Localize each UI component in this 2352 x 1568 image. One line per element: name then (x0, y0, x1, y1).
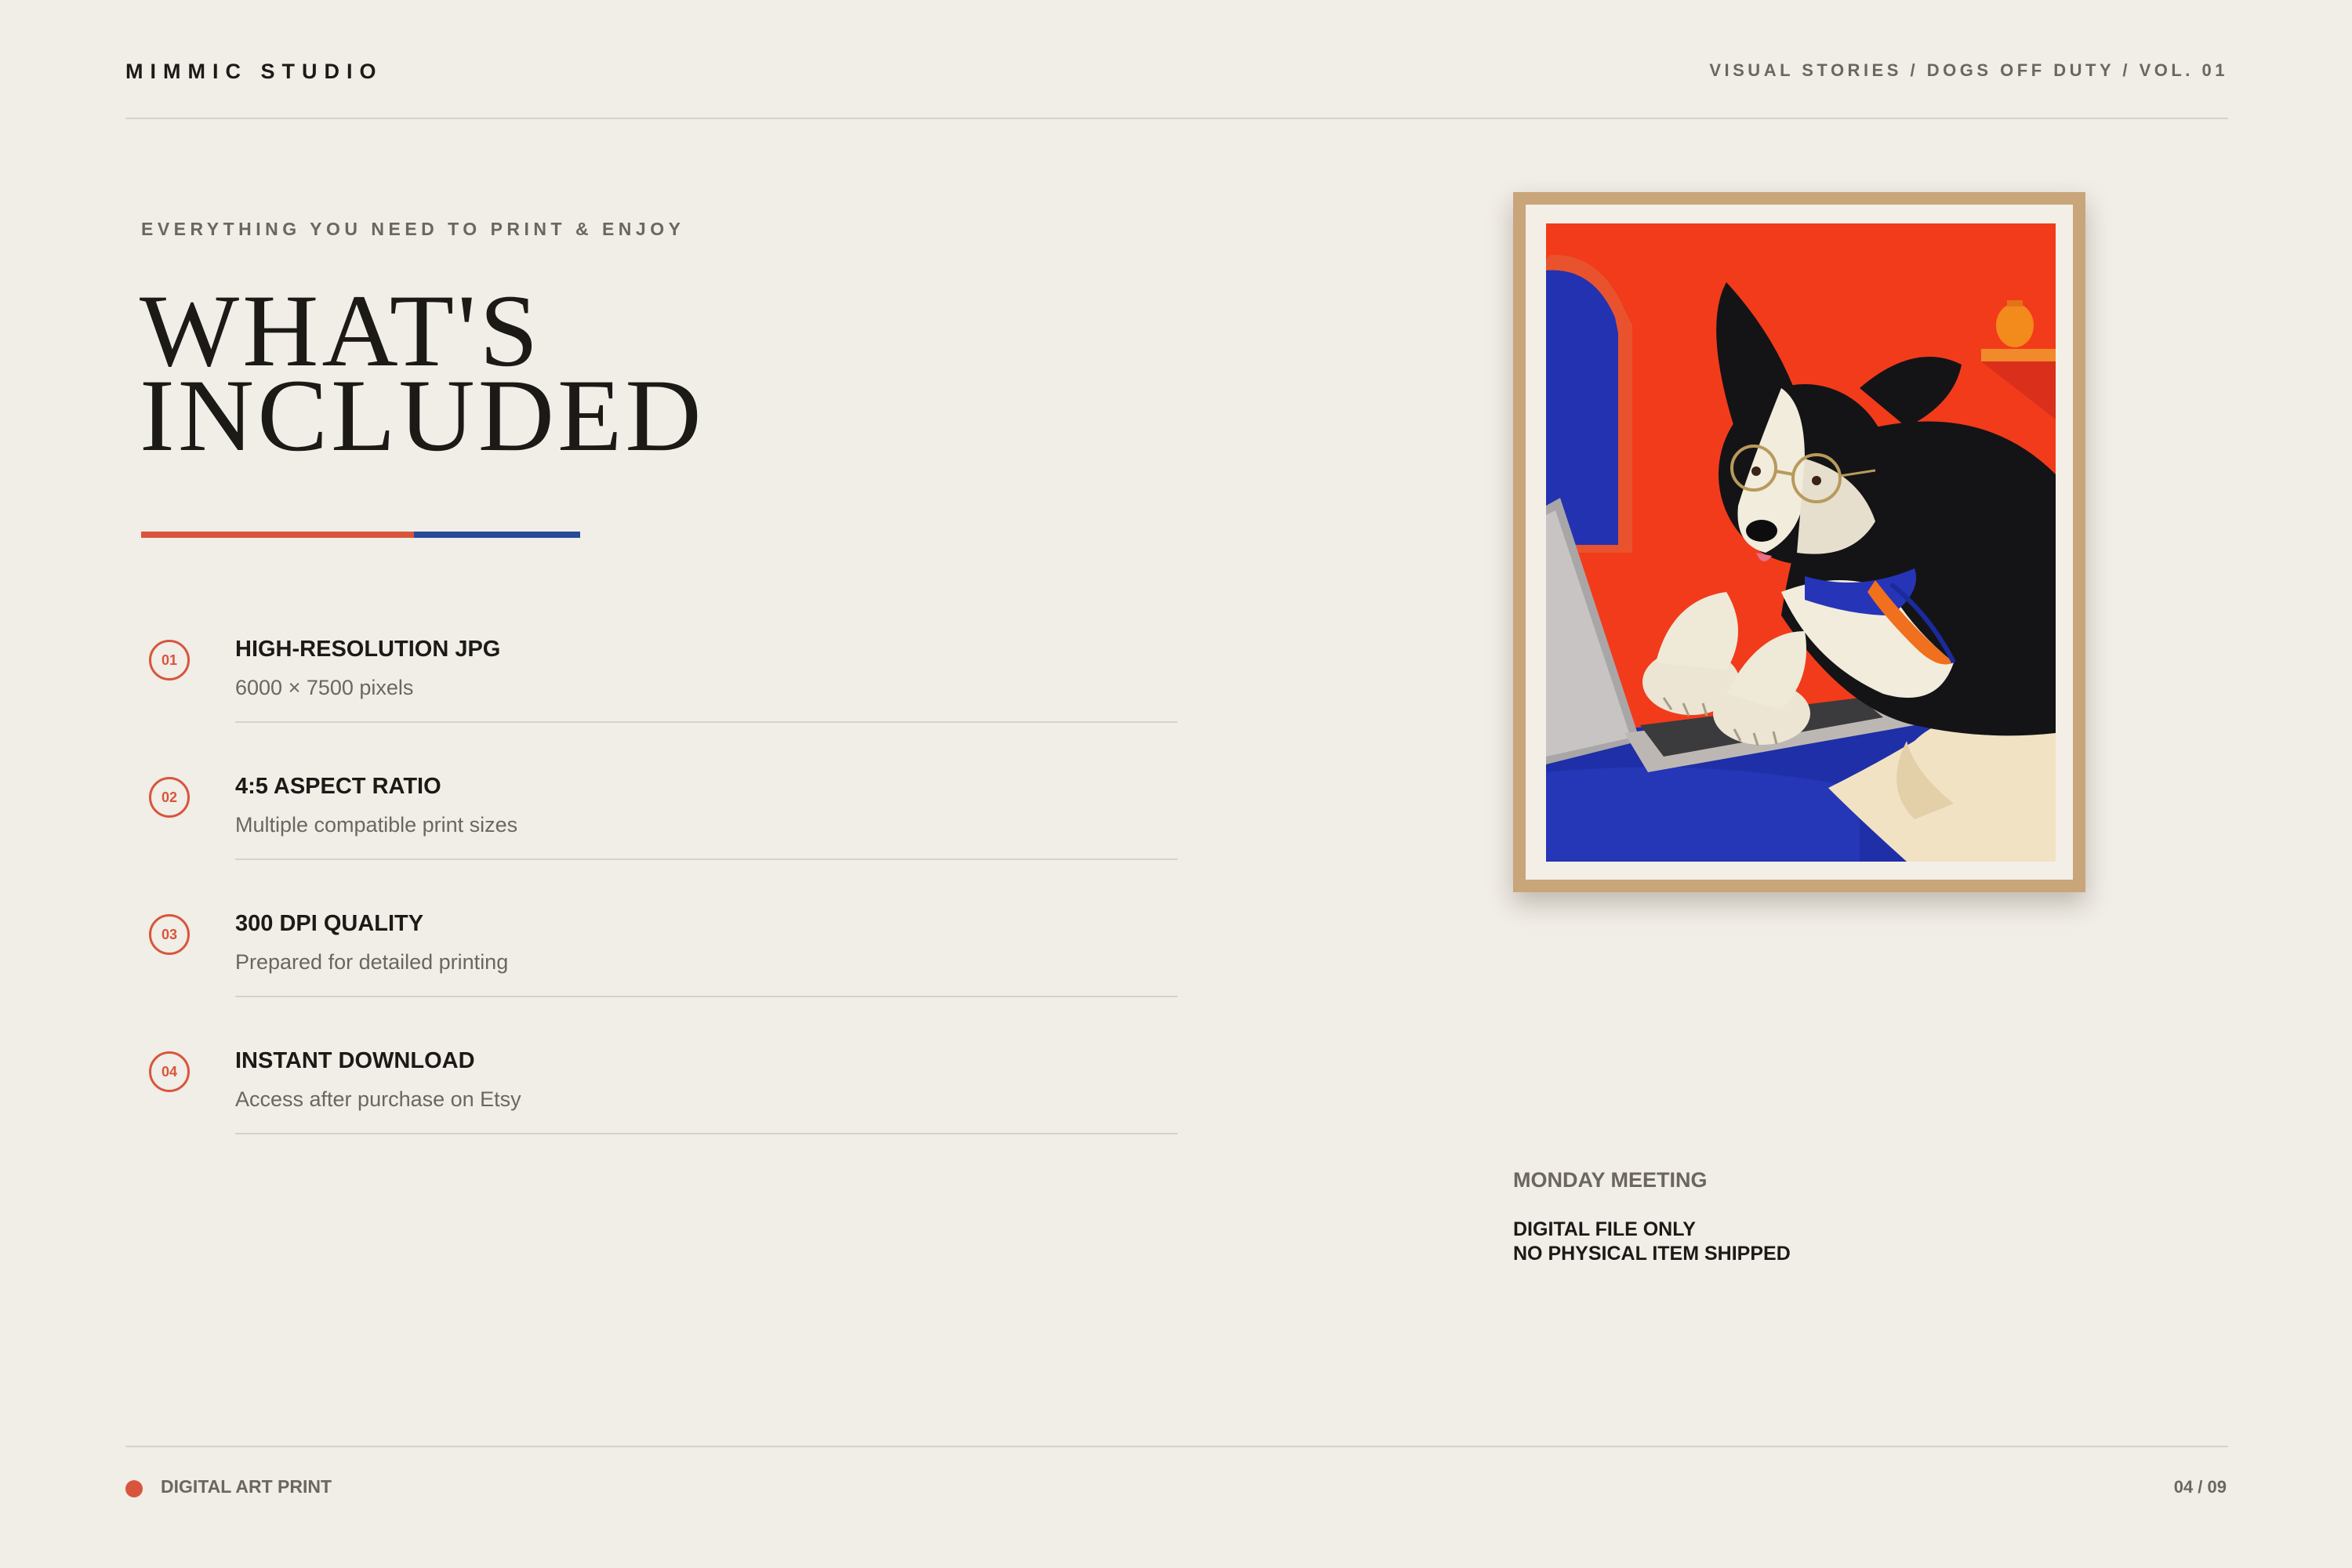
feature-divider (235, 721, 1178, 723)
artwork-note-line-2: NO PHYSICAL ITEM SHIPPED (1513, 1243, 1791, 1265)
header-divider (125, 118, 2228, 119)
dog-artwork-illustration (1546, 223, 2056, 862)
page-indicator: 04 / 09 (2173, 1477, 2227, 1497)
dot-icon (125, 1480, 143, 1497)
feature-divider (235, 1133, 1178, 1134)
feature-title: HIGH-RESOLUTION JPG (235, 637, 501, 662)
artwork-image[interactable] (1546, 223, 2056, 862)
page-title-line-2: INCLUDED (140, 358, 705, 473)
feature-number-badge: 03 (149, 914, 190, 955)
artwork-mat (1526, 205, 2073, 880)
accent-bar-blue (414, 532, 580, 538)
feature-item-aspect-ratio: 02 4:5 ASPECT RATIO Multiple compatible … (141, 757, 1178, 894)
feature-divider (235, 996, 1178, 997)
feature-title: 4:5 ASPECT RATIO (235, 774, 441, 799)
feature-subtitle: 6000 × 7500 pixels (235, 676, 414, 699)
feature-subtitle: Access after purchase on Etsy (235, 1087, 521, 1111)
footer-divider (125, 1446, 2228, 1447)
feature-title: INSTANT DOWNLOAD (235, 1048, 475, 1073)
feature-item-download: 04 INSTANT DOWNLOAD Access after purchas… (141, 1031, 1178, 1168)
feature-item-resolution: 01 HIGH-RESOLUTION JPG 6000 × 7500 pixel… (141, 619, 1178, 757)
accent-bar-red (141, 532, 414, 538)
feature-item-dpi: 03 300 DPI QUALITY Prepared for detailed… (141, 894, 1178, 1031)
footer-label: DIGITAL ART PRINT (161, 1476, 332, 1497)
feature-number-badge: 02 (149, 777, 190, 818)
feature-divider (235, 858, 1178, 860)
feature-title: 300 DPI QUALITY (235, 911, 424, 936)
feature-subtitle: Multiple compatible print sizes (235, 813, 518, 837)
artwork-frame (1513, 192, 2085, 892)
eyebrow-text: EVERYTHING YOU NEED TO PRINT & ENJOY (141, 219, 685, 239)
brand-logo[interactable]: MIMMIC STUDIO (125, 60, 383, 84)
feature-number-badge: 04 (149, 1051, 190, 1092)
page-title: WHAT'S INCLUDED (140, 279, 705, 473)
breadcrumb: VISUAL STORIES / DOGS OFF DUTY / VOL. 01 (1709, 60, 2228, 80)
feature-number-badge: 01 (149, 640, 190, 681)
artwork-title: MONDAY MEETING (1513, 1168, 1708, 1192)
artwork-note-line-1: DIGITAL FILE ONLY (1513, 1218, 1696, 1240)
feature-subtitle: Prepared for detailed printing (235, 950, 509, 974)
feature-list: 01 HIGH-RESOLUTION JPG 6000 × 7500 pixel… (141, 619, 1178, 1168)
artwork-note: DIGITAL FILE ONLY NO PHYSICAL ITEM SHIPP… (1513, 1218, 1791, 1266)
